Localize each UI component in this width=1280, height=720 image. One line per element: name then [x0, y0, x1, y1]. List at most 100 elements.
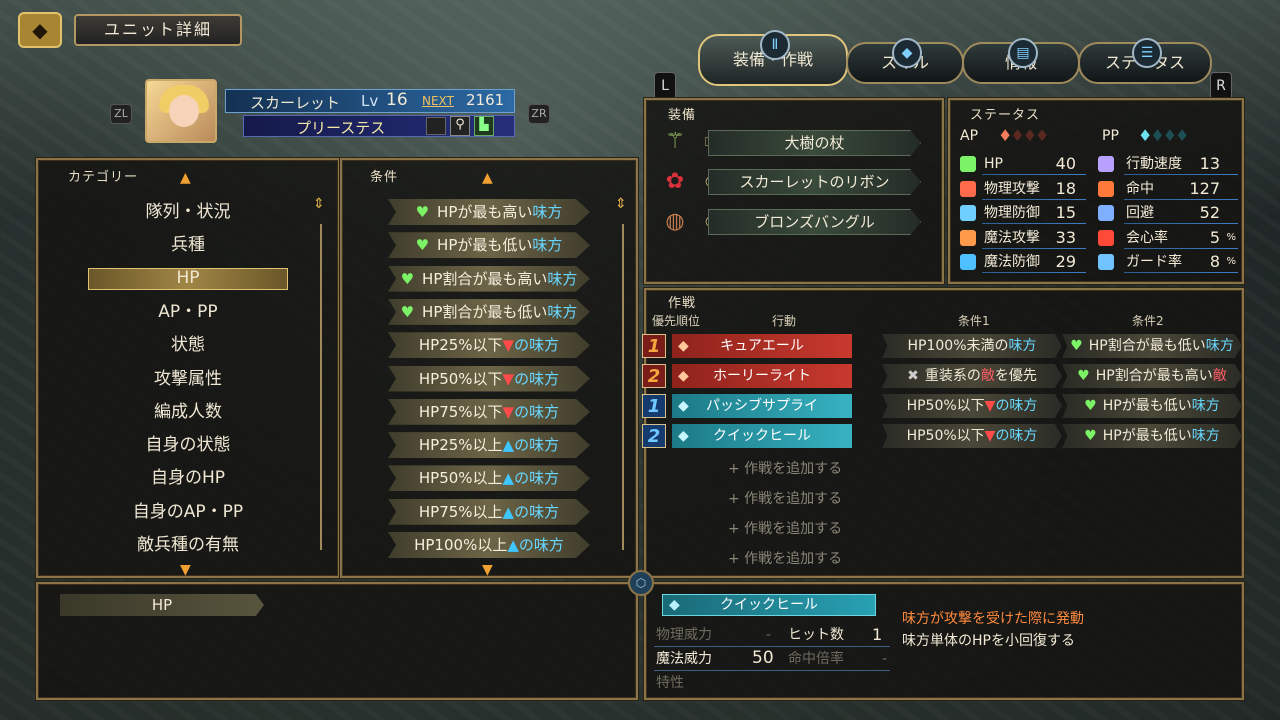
tactic-condition-2[interactable]: ♥ HPが最も低い味方	[1062, 394, 1242, 418]
condition-item[interactable]: ♥ HPが最も高い味方	[388, 199, 590, 225]
shoulder-r-button[interactable]: R	[1210, 72, 1232, 100]
condition-target: の味方	[514, 436, 560, 455]
add-tactic-button[interactable]: + 作戦を追加する	[728, 488, 842, 508]
tactic-row[interactable]: 2 ◆ ホーリーライト ✖ 重装系の敵を優先 ♥ HP割合が最も高い敵	[640, 364, 1244, 388]
condition-target: の味方	[514, 369, 560, 388]
tactic-condition-2[interactable]: ♥ HPが最も低い味方	[1062, 424, 1242, 448]
tab-skill[interactable]: ◆ スキル	[846, 38, 964, 84]
equipment-slot-weapon[interactable]: 大樹の杖	[708, 130, 921, 156]
condition-item[interactable]: ♥ HP割合が最も低い味方	[388, 298, 590, 325]
tactics-title: 作戦	[668, 296, 697, 311]
status-label: 物理防御	[984, 205, 1040, 221]
tab-info[interactable]: ▤ 情報	[962, 38, 1080, 84]
category-item[interactable]: 編成人数	[40, 396, 336, 428]
tactic-condition-2[interactable]: ♥ HP割合が最も高い敵	[1062, 364, 1242, 388]
category-item[interactable]: 自身の状態	[40, 429, 336, 461]
condition-item[interactable]: HP25%以上▲の味方	[388, 432, 590, 459]
status-label: 回避	[1126, 205, 1154, 221]
tactic-action[interactable]: ◆ パッシブサプライ	[672, 394, 852, 418]
category-item[interactable]: 自身のAP・PP	[40, 496, 336, 528]
category-item[interactable]: 自身のHP	[40, 462, 336, 494]
priority-badge: 1	[642, 394, 666, 418]
status-row: 行動速度 13	[1098, 153, 1238, 175]
equipment-slot-accessory-1[interactable]: スカーレットのリボン	[708, 169, 921, 195]
stat-underline	[1124, 174, 1238, 175]
condition-text: HP50%以下	[906, 428, 985, 444]
next-value: 2161	[466, 91, 505, 109]
status-label: 物理攻撃	[984, 180, 1040, 197]
phys-power-label: 物理威力	[656, 627, 712, 643]
scroll-thumb-icon[interactable]: ⇕	[615, 196, 627, 212]
tab-status[interactable]: ☰ ステータス	[1078, 38, 1212, 84]
tab-equip-tactics[interactable]: Ⅱ 装備・作戦	[698, 30, 848, 86]
condition-text: HPが最も高い	[437, 203, 533, 221]
condition-item[interactable]: HP50%以下▼の味方	[388, 365, 590, 392]
condition-text: HP100%未満の	[907, 338, 1009, 354]
equipment-title: 装備	[668, 108, 697, 123]
condition-item[interactable]: HP25%以下▼の味方	[388, 332, 590, 359]
action-name: クイックヒール	[713, 428, 811, 444]
condition-item[interactable]: HP75%以下▼の味方	[388, 398, 590, 425]
tactic-condition-1[interactable]: HP50%以下▼の味方	[882, 394, 1062, 418]
equipment-slot-accessory-2[interactable]: ブロンズバングル	[708, 209, 921, 235]
heart-icon: ♥	[1084, 428, 1097, 444]
tactic-action[interactable]: ◆ キュアエール	[672, 334, 852, 358]
add-tactic-button[interactable]: + 作戦を追加する	[728, 548, 842, 568]
armor-icon	[960, 205, 976, 221]
scroll-up-icon[interactable]: ▲	[180, 170, 191, 186]
down-mark-icon: ▼	[984, 428, 996, 444]
condition-target: 敵	[1212, 368, 1227, 384]
scroll-up-icon[interactable]: ▲	[482, 170, 493, 186]
unit-name: スカーレット	[250, 94, 341, 112]
category-item[interactable]: 状態	[40, 329, 336, 361]
ap-skill-icon: ◆	[678, 338, 689, 354]
status-label: HP	[984, 156, 1003, 172]
action-name: パッシブサプライ	[706, 398, 818, 414]
condition-text: HP割合が最も高い	[1095, 368, 1213, 384]
hit-mult-label: 命中倍率	[788, 651, 844, 667]
add-tactic-button[interactable]: + 作戦を追加する	[728, 518, 842, 538]
condition-item[interactable]: HP50%以上▲の味方	[388, 465, 590, 492]
condition-scrollbar[interactable]	[622, 224, 624, 550]
tactic-condition-1[interactable]: ✖ 重装系の敵を優先	[882, 364, 1062, 388]
tactic-condition-1[interactable]: HP100%未満の味方	[882, 334, 1062, 358]
tactic-row[interactable]: 2 ◆ クイックヒール HP50%以下▼の味方 ♥ HPが最も低い味方	[640, 424, 1244, 448]
category-item[interactable]: 敵兵種の有無	[40, 529, 336, 561]
ap-label: AP	[960, 128, 979, 144]
category-item[interactable]: HP	[88, 268, 288, 290]
condition-item[interactable]: HP75%以上▲の味方	[388, 498, 590, 525]
tactic-row[interactable]: 1 ◆ パッシブサプライ HP50%以下▼の味方 ♥ HPが最も低い味方	[640, 394, 1244, 418]
zr-button[interactable]: ZR	[528, 104, 550, 124]
condition-mark-icon: ▼	[502, 402, 515, 421]
category-item[interactable]: AP・PP	[40, 296, 336, 328]
status-value: 29	[1055, 252, 1076, 271]
condition-item[interactable]: ♥ HP割合が最も高い味方	[388, 265, 590, 292]
condition-item[interactable]: ♥ HPが最も低い味方	[388, 232, 590, 259]
shoulder-l-button[interactable]: L	[654, 72, 676, 100]
condition-mark-icon: ▲	[502, 436, 515, 455]
scroll-down-icon[interactable]: ▼	[482, 562, 493, 578]
status-unit: %	[1226, 256, 1236, 267]
add-tactic-button[interactable]: + 作戦を追加する	[728, 458, 842, 478]
unit-card: スカーレット Lv 16 NEXT 2161 プリーステス ⚲ ▙	[145, 79, 515, 143]
scroll-down-icon[interactable]: ▼	[180, 562, 191, 578]
tactic-condition-2[interactable]: ♥ HP割合が最も低い味方	[1062, 334, 1242, 358]
condition-item[interactable]: HP100%以上▲の味方	[388, 532, 590, 558]
hits-value: 1	[872, 625, 883, 644]
category-item[interactable]: 隊列・状況	[40, 196, 336, 228]
zl-button[interactable]: ZL	[110, 104, 132, 124]
status-row: 物理防御 15	[960, 202, 1086, 224]
tactic-action[interactable]: ◆ ホーリーライト	[672, 364, 852, 388]
status-value: 8	[1209, 252, 1220, 271]
status-row: 魔法防御 29	[960, 251, 1086, 273]
tactic-action[interactable]: ◆ クイックヒール	[672, 424, 852, 448]
condition-target: 味方	[532, 203, 563, 221]
category-item[interactable]: 攻撃属性	[40, 363, 336, 395]
boot-icon: ▙	[474, 116, 494, 136]
crit-icon	[1098, 229, 1114, 246]
target-icon	[1098, 180, 1114, 197]
status-title: ステータス	[970, 108, 1041, 123]
category-item[interactable]: 兵種	[40, 229, 336, 261]
tactic-row[interactable]: 1 ◆ キュアエール HP100%未満の味方 ♥ HP割合が最も低い味方	[640, 334, 1244, 358]
tactic-condition-1[interactable]: HP50%以下▼の味方	[882, 424, 1062, 448]
